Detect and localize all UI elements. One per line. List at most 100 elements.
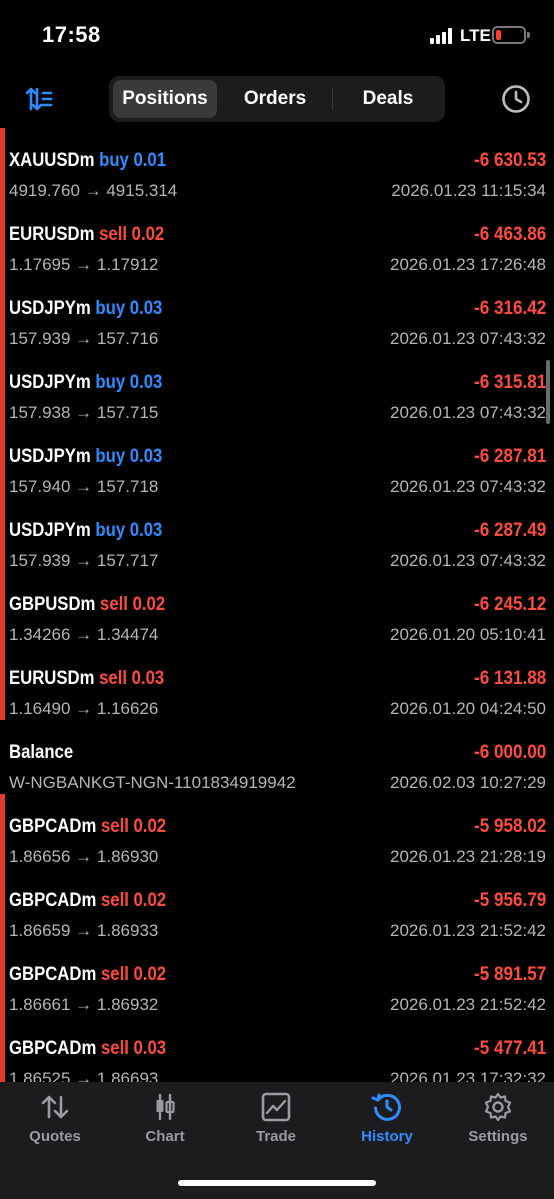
gear-icon (484, 1092, 512, 1122)
symbol-name: GBPUSDm (9, 594, 96, 615)
row-title: GBPCADm sell 0.02 (9, 964, 166, 986)
position-row[interactable]: USDJPYm buy 0.03 157.940 → 157.718 -6 287.… (0, 424, 554, 498)
profit-value: -6 000.00 (473, 742, 546, 763)
sell-volume-label: sell 0.03 (99, 668, 165, 689)
battery-icon (492, 26, 526, 44)
loss-indicator-bar (0, 1016, 5, 1082)
symbol-name: GBPCADm (9, 964, 97, 985)
tab-deals[interactable]: Deals (335, 80, 441, 118)
row-title: EURUSDm sell 0.03 (9, 668, 164, 690)
row-title: USDJPYm buy 0.03 (9, 372, 162, 394)
position-row[interactable]: GBPCADm sell 0.03 1.86525 → 1.86693 -5 477… (0, 1016, 554, 1082)
profit-value: -6 315.81 (473, 372, 546, 393)
sell-volume-label: sell 0.03 (100, 1038, 167, 1059)
position-row[interactable]: GBPUSDm sell 0.02 1.34266 → 1.34474 -6 245… (0, 572, 554, 646)
open-close-prices: 157.938 → 157.715 (9, 403, 159, 422)
symbol-name: EURUSDm (9, 668, 95, 689)
symbol-name: GBPCADm (9, 816, 97, 837)
timestamp: 2026.01.23 21:52:42 (390, 995, 546, 1014)
open-close-prices: 157.939 → 157.716 (9, 329, 159, 348)
tab-history[interactable]: History (332, 1092, 442, 1152)
status-time: 17:58 (42, 22, 101, 47)
tab-settings-label: Settings (468, 1128, 528, 1145)
buy-volume-label: buy 0.01 (99, 150, 167, 171)
sort-button[interactable] (24, 84, 54, 114)
period-button[interactable] (500, 83, 532, 115)
timestamp: 2026.01.23 07:43:32 (390, 477, 546, 496)
loss-indicator-bar (0, 794, 5, 868)
timestamp: 2026.01.23 21:28:19 (390, 847, 546, 866)
open-close-prices: 1.86525 → 1.86693 (9, 1069, 159, 1082)
row-title: EURUSDm sell 0.02 (9, 224, 164, 246)
battery-tip (527, 32, 530, 38)
trade-chart-icon (261, 1092, 291, 1122)
timestamp: 2026.01.23 07:43:32 (390, 329, 546, 348)
position-row[interactable]: GBPCADm sell 0.02 1.86659 → 1.86933 -5 956… (0, 868, 554, 942)
profit-value: -5 891.57 (473, 964, 546, 985)
tab-trade-label: Trade (255, 1128, 297, 1145)
scrollbar[interactable] (546, 360, 550, 424)
balance-row[interactable]: Balance W-NGBANKGT-NGN-1101834919942 -6 00… (0, 720, 554, 794)
row-title: XAUUSDm buy 0.01 (9, 150, 166, 172)
status-bar: 17:58 LTE (0, 0, 554, 70)
sell-volume-label: sell 0.02 (100, 594, 166, 615)
open-close-prices: 157.940 → 157.718 (9, 477, 159, 496)
tab-chart[interactable]: Chart (110, 1092, 220, 1152)
symbol-name: USDJPYm (9, 298, 91, 319)
position-row[interactable]: EURUSDm sell 0.02 1.17695 → 1.17912 -6 463… (0, 202, 554, 276)
arrows-updown-icon (41, 1095, 69, 1119)
position-row[interactable]: EURUSDm sell 0.03 1.16490 → 1.16626 -6 131… (0, 646, 554, 720)
tab-quotes-label: Quotes (29, 1128, 81, 1145)
profit-value: -5 477.41 (473, 1038, 546, 1059)
row-title: USDJPYm buy 0.03 (9, 520, 162, 542)
profit-value: -5 956.79 (473, 890, 546, 911)
position-row[interactable]: GBPCADm sell 0.02 1.86661 → 1.86932 -5 891… (0, 942, 554, 1016)
position-row[interactable]: USDJPYm buy 0.03 157.939 → 157.717 -6 287.… (0, 498, 554, 572)
sell-volume-label: sell 0.02 (100, 890, 167, 911)
loss-indicator-bar (0, 572, 5, 646)
row-title: GBPUSDm sell 0.02 (9, 594, 165, 616)
loss-indicator-bar (0, 350, 5, 424)
timestamp: 2026.02.03 10:27:29 (390, 773, 546, 792)
sell-volume-label: sell 0.02 (100, 816, 167, 837)
tab-history-label: History (361, 1128, 413, 1145)
profit-value: -5 958.02 (473, 816, 546, 837)
tab-quotes[interactable]: Quotes (0, 1092, 110, 1152)
profit-value: -6 287.81 (473, 446, 546, 467)
timestamp: 2026.01.20 05:10:41 (390, 625, 546, 644)
timestamp: 2026.01.23 07:43:32 (390, 551, 546, 570)
clock-icon (502, 85, 530, 113)
sell-volume-label: sell 0.02 (99, 224, 165, 245)
segment-divider (332, 88, 333, 110)
open-close-prices: 1.86659 → 1.86933 (9, 921, 159, 940)
position-row[interactable]: USDJPYm buy 0.03 157.938 → 157.715 -6 315.… (0, 350, 554, 424)
tab-orders[interactable]: Orders (221, 80, 329, 118)
loss-indicator-bar (0, 276, 5, 350)
profit-value: -6 131.88 (473, 668, 546, 689)
tab-trade[interactable]: Trade (221, 1092, 331, 1152)
timestamp: 2026.01.23 17:26:48 (390, 255, 546, 274)
history-icon (371, 1093, 401, 1121)
sort-icon (25, 87, 53, 111)
tab-settings[interactable]: Settings (443, 1092, 553, 1152)
loss-indicator-bar (0, 868, 5, 942)
home-indicator (178, 1180, 376, 1186)
position-row[interactable]: USDJPYm buy 0.03 157.939 → 157.716 -6 316.… (0, 276, 554, 350)
buy-volume-label: buy 0.03 (95, 446, 163, 467)
row-title: USDJPYm buy 0.03 (9, 446, 162, 468)
profit-value: -6 245.12 (473, 594, 546, 615)
position-row[interactable]: XAUUSDm buy 0.01 4919.760 → 4915.314 -6 63… (0, 128, 554, 202)
position-row[interactable]: GBPCADm sell 0.02 1.86656 → 1.86930 -5 958… (0, 794, 554, 868)
network-type: LTE (460, 26, 491, 45)
loss-indicator-bar (0, 498, 5, 572)
buy-volume-label: buy 0.03 (95, 520, 163, 541)
loss-indicator-bar (0, 202, 5, 276)
balance-comment: W-NGBANKGT-NGN-1101834919942 (9, 773, 296, 792)
tab-positions[interactable]: Positions (113, 80, 217, 118)
row-title: Balance (9, 742, 73, 764)
open-close-prices: 4919.760 → 4915.314 (9, 181, 178, 200)
symbol-name: USDJPYm (9, 520, 91, 541)
open-close-prices: 1.86661 → 1.86932 (9, 995, 159, 1014)
history-segment-control: Positions Orders Deals (109, 76, 445, 122)
symbol-name: GBPCADm (9, 890, 97, 911)
